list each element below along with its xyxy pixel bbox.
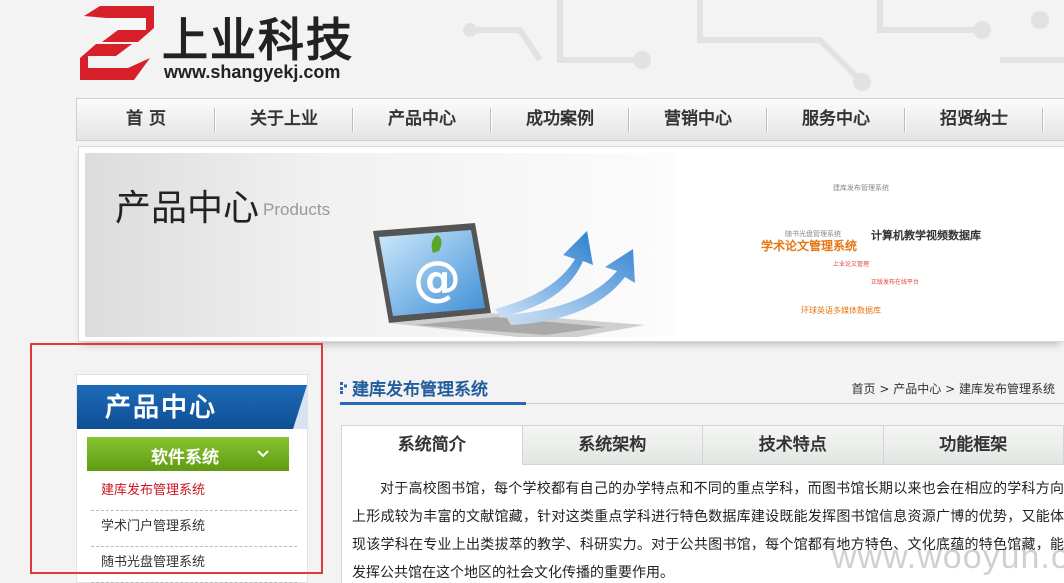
breadcrumb-home[interactable]: 首页	[852, 382, 876, 396]
products-banner: 产品中心 Products @ 建库发布管理系统 随书光盘管理系统 学术论文管理…	[78, 146, 1064, 342]
tab-function-framework[interactable]: 功能框架	[883, 426, 1064, 464]
content-header: 建库发布管理系统 首页 > 产品中心 > 建库发布管理系统	[340, 374, 1064, 405]
breadcrumb: 首页 > 产品中心 > 建库发布管理系统	[852, 380, 1055, 397]
svg-text:@: @	[413, 251, 461, 307]
cloud-term: 计算机教学视频数据库	[871, 229, 981, 242]
nav-item-home[interactable]: 首 页	[77, 99, 215, 140]
product-word-cloud: 建库发布管理系统 随书光盘管理系统 学术论文管理系统 计算机教学视频数据库 上业…	[675, 153, 1059, 337]
watermark-text: www.wooyun.org	[832, 538, 1064, 576]
breadcrumb-separator: >	[879, 382, 890, 396]
breadcrumb-separator: >	[945, 382, 956, 396]
tab-system-architecture[interactable]: 系统架构	[522, 426, 703, 464]
sidebar-item-library-publishing[interactable]: 建库发布管理系统	[91, 475, 297, 511]
main-navigation: 首 页 关于上业 产品中心 成功案例 营销中心 服务中心 招贤纳士	[76, 98, 1064, 141]
page-title: 建库发布管理系统	[352, 380, 488, 400]
site-logo[interactable]: 上业科技 www.shangyekj.com	[80, 6, 380, 82]
cloud-term: 学术论文管理系统	[761, 239, 858, 253]
category-software-systems[interactable]: 软件系统	[87, 437, 289, 471]
tab-technical-features[interactable]: 技术特点	[703, 426, 884, 464]
sidebar-header-fold	[293, 385, 307, 429]
title-underline	[340, 402, 526, 405]
title-dots-icon	[340, 382, 347, 394]
nav-item-jobs[interactable]: 招贤纳士	[905, 99, 1043, 140]
laptop-illustration: @	[373, 223, 645, 337]
banner-left-panel: 产品中心 Products @	[85, 153, 675, 337]
nav-item-cases[interactable]: 成功案例	[491, 99, 629, 140]
banner-subtitle: Products	[263, 200, 331, 219]
cloud-term: 建库发布管理系统	[833, 184, 889, 192]
cloud-term: 环球英语多媒体数据库	[801, 306, 881, 315]
tab-system-intro[interactable]: 系统简介	[342, 426, 523, 465]
logo-website-url: www.shangyekj.com	[164, 62, 341, 82]
banner-title: 产品中心	[115, 188, 260, 229]
logo-s-mark	[80, 6, 154, 80]
sidebar-title: 产品中心	[105, 393, 218, 423]
content-tabs: 系统简介 系统架构 技术特点 功能框架	[341, 425, 1064, 465]
nav-item-service[interactable]: 服务中心	[767, 99, 905, 140]
cloud-term: 正版发布在线平台	[871, 279, 920, 286]
sidebar-product-list: 建库发布管理系统 学术门户管理系统 随书光盘管理系统	[91, 475, 297, 583]
cloud-term: 上业论文管理	[833, 261, 870, 268]
breadcrumb-products[interactable]: 产品中心	[893, 382, 941, 396]
sidebar-item-cd-management[interactable]: 随书光盘管理系统	[91, 547, 297, 583]
logo-company-name: 上业科技	[162, 13, 354, 67]
nav-item-about[interactable]: 关于上业	[215, 99, 353, 140]
nav-item-products[interactable]: 产品中心	[353, 99, 491, 140]
sidebar-item-academic-portal[interactable]: 学术门户管理系统	[91, 511, 297, 547]
sidebar-header: 产品中心	[77, 385, 307, 429]
product-sidebar: 产品中心 软件系统 建库发布管理系统 学术门户管理系统 随书光盘管理系统	[76, 374, 308, 583]
category-label: 软件系统	[151, 448, 219, 468]
nav-item-marketing[interactable]: 营销中心	[629, 99, 767, 140]
chevron-down-icon	[257, 450, 269, 458]
breadcrumb-current: 建库发布管理系统	[958, 382, 1055, 396]
